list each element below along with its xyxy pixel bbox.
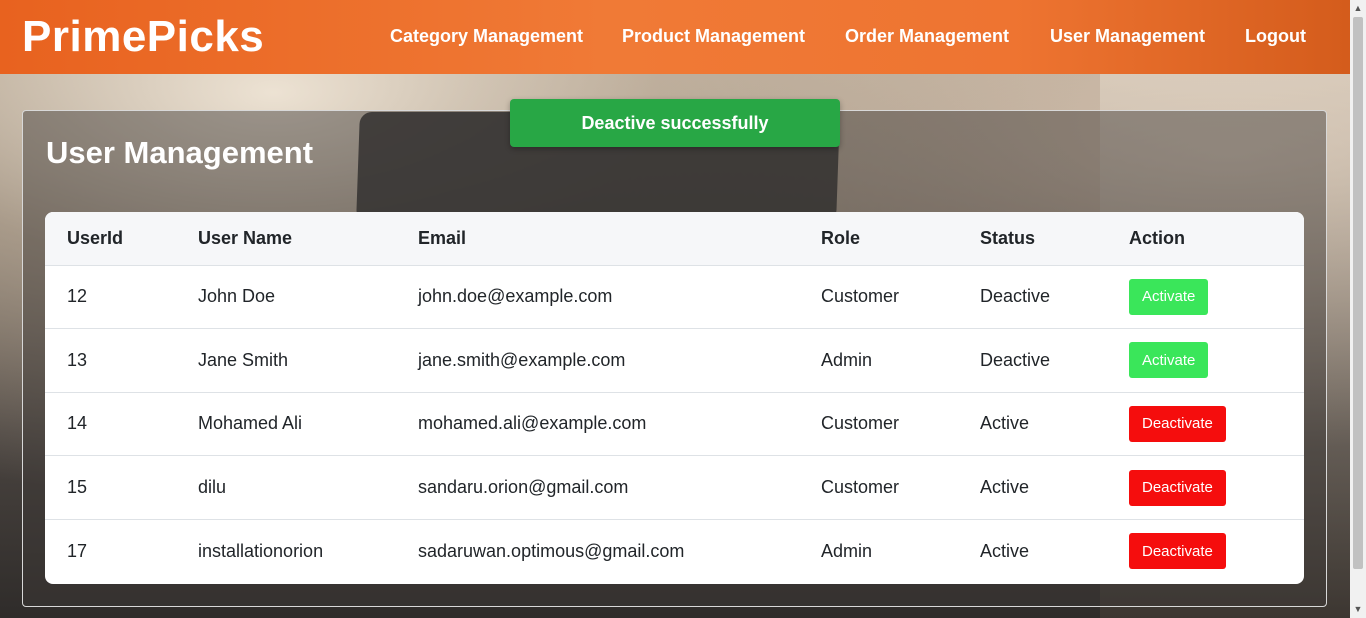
header-status: Status — [958, 212, 1107, 266]
scroll-thumb[interactable] — [1353, 17, 1363, 569]
cell-userid: 17 — [67, 540, 88, 561]
cell-role: Customer — [799, 455, 958, 520]
cell-username: John Doe — [176, 265, 396, 330]
cell-action: Activate — [1107, 265, 1304, 330]
cell-username: Jane Smith — [176, 328, 396, 393]
cell-status: Deactive — [958, 265, 1107, 330]
table-row: 13 Jane Smith jane.smith@example.com Adm… — [45, 328, 1304, 393]
cell-email: sandaru.orion@gmail.com — [396, 455, 799, 520]
nav-product-management[interactable]: Product Management — [622, 26, 805, 47]
deactivate-button[interactable]: Deactivate — [1129, 469, 1226, 506]
table-row: 15 dilu sandaru.orion@gmail.com Customer… — [45, 455, 1304, 520]
cell-userid: 13 — [45, 328, 176, 393]
table-header-row: UserId User Name Email Role Status Actio… — [45, 212, 1304, 266]
header-role: Role — [799, 212, 958, 266]
cell-email: sadaruwan.optimous@gmail.com — [418, 540, 685, 561]
nav-logout[interactable]: Logout — [1245, 26, 1306, 47]
vertical-scrollbar[interactable]: ▲ ▼ — [1350, 0, 1366, 618]
scroll-up-arrow-icon[interactable]: ▲ — [1350, 0, 1366, 17]
header-email: Email — [396, 212, 799, 266]
table-row: 12 John Doe john.doe@example.com Custome… — [45, 265, 1304, 330]
cell-action: Deactivate — [1107, 455, 1304, 520]
users-table: UserId User Name Email Role Status Actio… — [45, 212, 1304, 583]
navbar: PrimePicks Category Management Product M… — [0, 0, 1350, 74]
cell-action: Deactivate — [1107, 392, 1304, 457]
cell-action: Deactivate — [1107, 519, 1304, 583]
activate-button[interactable]: Activate — [1129, 278, 1209, 315]
header-username: User Name — [176, 212, 396, 266]
cell-userid: 14 — [45, 392, 176, 457]
cell-status: Active — [980, 540, 1030, 561]
table-row: 17 installationorion sadaruwan.optimous@… — [45, 519, 1304, 583]
cell-username: installationorion — [198, 540, 324, 561]
nav-links: Category Management Product Management O… — [0, 0, 1350, 74]
header-action: Action — [1107, 212, 1304, 266]
page-title: User Management — [46, 135, 314, 170]
cell-email: jane.smith@example.com — [396, 328, 799, 393]
success-toast: Deactive successfully — [510, 99, 840, 147]
cell-status: Deactive — [958, 328, 1107, 393]
cell-username: Mohamed Ali — [176, 392, 396, 457]
nav-order-management[interactable]: Order Management — [845, 26, 1009, 47]
nav-user-management[interactable]: User Management — [1050, 26, 1205, 47]
deactivate-button[interactable]: Deactivate — [1129, 405, 1226, 442]
users-table-container: UserId User Name Email Role Status Actio… — [45, 212, 1304, 584]
table-row: 14 Mohamed Ali mohamed.ali@example.com C… — [45, 392, 1304, 457]
cell-userid: 12 — [45, 265, 176, 330]
activate-button[interactable]: Activate — [1129, 342, 1209, 379]
cell-role: Admin — [821, 540, 873, 561]
cell-role: Admin — [799, 328, 958, 393]
header-userid: UserId — [45, 212, 176, 266]
cell-email: mohamed.ali@example.com — [396, 392, 799, 457]
cell-action: Activate — [1107, 328, 1304, 393]
nav-category-management[interactable]: Category Management — [390, 26, 583, 47]
cell-username: dilu — [176, 455, 396, 520]
scroll-down-arrow-icon[interactable]: ▼ — [1350, 601, 1366, 618]
cell-userid: 15 — [45, 455, 176, 520]
cell-role: Customer — [799, 392, 958, 457]
deactivate-button[interactable]: Deactivate — [1129, 533, 1226, 570]
cell-role: Customer — [799, 265, 958, 330]
cell-status: Active — [958, 392, 1107, 457]
cell-email: john.doe@example.com — [396, 265, 799, 330]
cell-status: Active — [958, 455, 1107, 520]
